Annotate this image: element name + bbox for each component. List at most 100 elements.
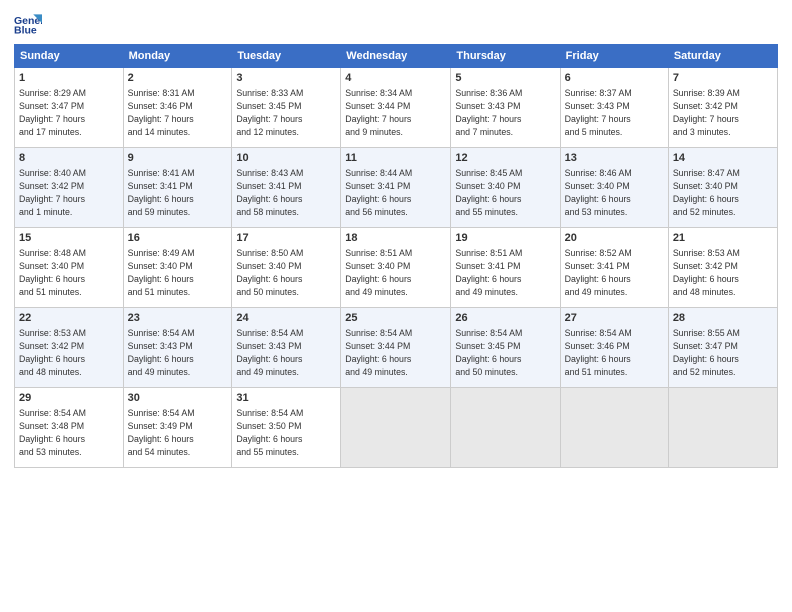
calendar-cell: 20Sunrise: 8:52 AM Sunset: 3:41 PM Dayli… bbox=[560, 228, 668, 308]
calendar-cell: 19Sunrise: 8:51 AM Sunset: 3:41 PM Dayli… bbox=[451, 228, 560, 308]
day-info: Sunrise: 8:45 AM Sunset: 3:40 PM Dayligh… bbox=[455, 167, 555, 218]
calendar-cell: 17Sunrise: 8:50 AM Sunset: 3:40 PM Dayli… bbox=[232, 228, 341, 308]
day-info: Sunrise: 8:54 AM Sunset: 3:49 PM Dayligh… bbox=[128, 407, 228, 458]
calendar-cell bbox=[668, 388, 777, 468]
day-number: 11 bbox=[345, 151, 446, 166]
day-info: Sunrise: 8:36 AM Sunset: 3:43 PM Dayligh… bbox=[455, 87, 555, 138]
calendar-cell: 4Sunrise: 8:34 AM Sunset: 3:44 PM Daylig… bbox=[341, 68, 451, 148]
day-info: Sunrise: 8:54 AM Sunset: 3:46 PM Dayligh… bbox=[565, 327, 664, 378]
day-info: Sunrise: 8:53 AM Sunset: 3:42 PM Dayligh… bbox=[673, 247, 773, 298]
svg-text:Blue: Blue bbox=[14, 25, 37, 37]
week-row-5: 29Sunrise: 8:54 AM Sunset: 3:48 PM Dayli… bbox=[15, 388, 778, 468]
calendar-cell: 6Sunrise: 8:37 AM Sunset: 3:43 PM Daylig… bbox=[560, 68, 668, 148]
calendar-cell: 23Sunrise: 8:54 AM Sunset: 3:43 PM Dayli… bbox=[123, 308, 232, 388]
day-info: Sunrise: 8:52 AM Sunset: 3:41 PM Dayligh… bbox=[565, 247, 664, 298]
calendar-cell: 3Sunrise: 8:33 AM Sunset: 3:45 PM Daylig… bbox=[232, 68, 341, 148]
calendar-cell: 16Sunrise: 8:49 AM Sunset: 3:40 PM Dayli… bbox=[123, 228, 232, 308]
day-number: 3 bbox=[236, 71, 336, 86]
day-info: Sunrise: 8:54 AM Sunset: 3:44 PM Dayligh… bbox=[345, 327, 446, 378]
day-info: Sunrise: 8:51 AM Sunset: 3:40 PM Dayligh… bbox=[345, 247, 446, 298]
day-info: Sunrise: 8:33 AM Sunset: 3:45 PM Dayligh… bbox=[236, 87, 336, 138]
day-number: 13 bbox=[565, 151, 664, 166]
calendar-cell: 18Sunrise: 8:51 AM Sunset: 3:40 PM Dayli… bbox=[341, 228, 451, 308]
day-info: Sunrise: 8:55 AM Sunset: 3:47 PM Dayligh… bbox=[673, 327, 773, 378]
week-row-4: 22Sunrise: 8:53 AM Sunset: 3:42 PM Dayli… bbox=[15, 308, 778, 388]
day-info: Sunrise: 8:54 AM Sunset: 3:43 PM Dayligh… bbox=[236, 327, 336, 378]
weekday-header-monday: Monday bbox=[123, 45, 232, 68]
calendar-table: SundayMondayTuesdayWednesdayThursdayFrid… bbox=[14, 44, 778, 468]
calendar-cell: 12Sunrise: 8:45 AM Sunset: 3:40 PM Dayli… bbox=[451, 148, 560, 228]
logo: General Blue bbox=[14, 10, 46, 38]
day-number: 5 bbox=[455, 71, 555, 86]
day-info: Sunrise: 8:29 AM Sunset: 3:47 PM Dayligh… bbox=[19, 87, 119, 138]
day-info: Sunrise: 8:53 AM Sunset: 3:42 PM Dayligh… bbox=[19, 327, 119, 378]
calendar-cell: 30Sunrise: 8:54 AM Sunset: 3:49 PM Dayli… bbox=[123, 388, 232, 468]
day-info: Sunrise: 8:54 AM Sunset: 3:43 PM Dayligh… bbox=[128, 327, 228, 378]
day-number: 28 bbox=[673, 311, 773, 326]
day-number: 23 bbox=[128, 311, 228, 326]
day-info: Sunrise: 8:39 AM Sunset: 3:42 PM Dayligh… bbox=[673, 87, 773, 138]
calendar-cell: 13Sunrise: 8:46 AM Sunset: 3:40 PM Dayli… bbox=[560, 148, 668, 228]
calendar-cell: 27Sunrise: 8:54 AM Sunset: 3:46 PM Dayli… bbox=[560, 308, 668, 388]
calendar-cell: 26Sunrise: 8:54 AM Sunset: 3:45 PM Dayli… bbox=[451, 308, 560, 388]
calendar-cell: 10Sunrise: 8:43 AM Sunset: 3:41 PM Dayli… bbox=[232, 148, 341, 228]
calendar-cell: 22Sunrise: 8:53 AM Sunset: 3:42 PM Dayli… bbox=[15, 308, 124, 388]
calendar-cell: 8Sunrise: 8:40 AM Sunset: 3:42 PM Daylig… bbox=[15, 148, 124, 228]
weekday-header-row: SundayMondayTuesdayWednesdayThursdayFrid… bbox=[15, 45, 778, 68]
day-info: Sunrise: 8:46 AM Sunset: 3:40 PM Dayligh… bbox=[565, 167, 664, 218]
calendar-cell: 15Sunrise: 8:48 AM Sunset: 3:40 PM Dayli… bbox=[15, 228, 124, 308]
day-info: Sunrise: 8:48 AM Sunset: 3:40 PM Dayligh… bbox=[19, 247, 119, 298]
calendar-cell: 11Sunrise: 8:44 AM Sunset: 3:41 PM Dayli… bbox=[341, 148, 451, 228]
day-number: 31 bbox=[236, 391, 336, 406]
day-number: 29 bbox=[19, 391, 119, 406]
day-number: 8 bbox=[19, 151, 119, 166]
calendar-cell: 25Sunrise: 8:54 AM Sunset: 3:44 PM Dayli… bbox=[341, 308, 451, 388]
day-info: Sunrise: 8:37 AM Sunset: 3:43 PM Dayligh… bbox=[565, 87, 664, 138]
day-info: Sunrise: 8:34 AM Sunset: 3:44 PM Dayligh… bbox=[345, 87, 446, 138]
day-number: 17 bbox=[236, 231, 336, 246]
day-info: Sunrise: 8:54 AM Sunset: 3:48 PM Dayligh… bbox=[19, 407, 119, 458]
day-info: Sunrise: 8:51 AM Sunset: 3:41 PM Dayligh… bbox=[455, 247, 555, 298]
calendar-cell: 31Sunrise: 8:54 AM Sunset: 3:50 PM Dayli… bbox=[232, 388, 341, 468]
calendar-cell: 28Sunrise: 8:55 AM Sunset: 3:47 PM Dayli… bbox=[668, 308, 777, 388]
day-number: 18 bbox=[345, 231, 446, 246]
week-row-2: 8Sunrise: 8:40 AM Sunset: 3:42 PM Daylig… bbox=[15, 148, 778, 228]
day-number: 27 bbox=[565, 311, 664, 326]
day-number: 30 bbox=[128, 391, 228, 406]
day-info: Sunrise: 8:50 AM Sunset: 3:40 PM Dayligh… bbox=[236, 247, 336, 298]
weekday-header-sunday: Sunday bbox=[15, 45, 124, 68]
day-number: 25 bbox=[345, 311, 446, 326]
calendar-cell: 7Sunrise: 8:39 AM Sunset: 3:42 PM Daylig… bbox=[668, 68, 777, 148]
day-number: 26 bbox=[455, 311, 555, 326]
day-number: 9 bbox=[128, 151, 228, 166]
weekday-header-thursday: Thursday bbox=[451, 45, 560, 68]
day-info: Sunrise: 8:41 AM Sunset: 3:41 PM Dayligh… bbox=[128, 167, 228, 218]
weekday-header-tuesday: Tuesday bbox=[232, 45, 341, 68]
calendar-cell: 14Sunrise: 8:47 AM Sunset: 3:40 PM Dayli… bbox=[668, 148, 777, 228]
day-number: 14 bbox=[673, 151, 773, 166]
week-row-3: 15Sunrise: 8:48 AM Sunset: 3:40 PM Dayli… bbox=[15, 228, 778, 308]
day-number: 16 bbox=[128, 231, 228, 246]
calendar-cell bbox=[341, 388, 451, 468]
day-number: 22 bbox=[19, 311, 119, 326]
day-number: 10 bbox=[236, 151, 336, 166]
week-row-1: 1Sunrise: 8:29 AM Sunset: 3:47 PM Daylig… bbox=[15, 68, 778, 148]
day-number: 15 bbox=[19, 231, 119, 246]
calendar-cell: 24Sunrise: 8:54 AM Sunset: 3:43 PM Dayli… bbox=[232, 308, 341, 388]
calendar-cell: 9Sunrise: 8:41 AM Sunset: 3:41 PM Daylig… bbox=[123, 148, 232, 228]
header: General Blue bbox=[14, 10, 778, 38]
day-number: 4 bbox=[345, 71, 446, 86]
calendar-cell: 1Sunrise: 8:29 AM Sunset: 3:47 PM Daylig… bbox=[15, 68, 124, 148]
day-number: 2 bbox=[128, 71, 228, 86]
main-container: General Blue SundayMondayTuesdayWednesda… bbox=[0, 0, 792, 478]
weekday-header-friday: Friday bbox=[560, 45, 668, 68]
day-info: Sunrise: 8:40 AM Sunset: 3:42 PM Dayligh… bbox=[19, 167, 119, 218]
weekday-header-saturday: Saturday bbox=[668, 45, 777, 68]
day-info: Sunrise: 8:49 AM Sunset: 3:40 PM Dayligh… bbox=[128, 247, 228, 298]
weekday-header-wednesday: Wednesday bbox=[341, 45, 451, 68]
calendar-cell: 5Sunrise: 8:36 AM Sunset: 3:43 PM Daylig… bbox=[451, 68, 560, 148]
calendar-cell: 2Sunrise: 8:31 AM Sunset: 3:46 PM Daylig… bbox=[123, 68, 232, 148]
day-info: Sunrise: 8:47 AM Sunset: 3:40 PM Dayligh… bbox=[673, 167, 773, 218]
calendar-cell: 21Sunrise: 8:53 AM Sunset: 3:42 PM Dayli… bbox=[668, 228, 777, 308]
day-number: 12 bbox=[455, 151, 555, 166]
